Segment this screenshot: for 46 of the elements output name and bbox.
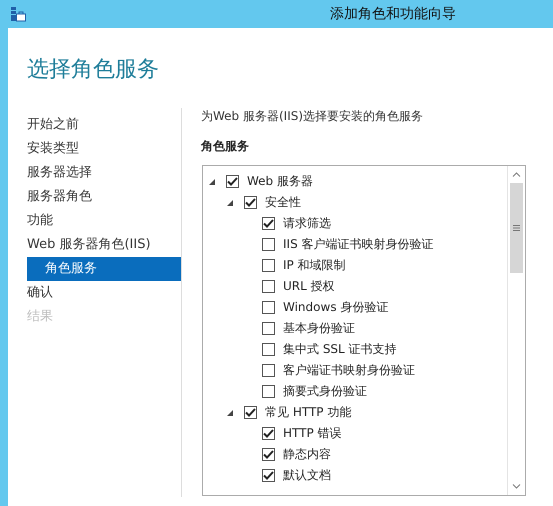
checkbox[interactable] — [262, 322, 275, 335]
role-service-label: URL 授权 — [283, 278, 335, 295]
role-service-label: 客户端证书映射身份验证 — [283, 362, 415, 379]
checkbox[interactable] — [262, 259, 275, 272]
section-title: 角色服务 — [201, 138, 250, 155]
role-service-label: IIS 客户端证书映射身份验证 — [283, 236, 434, 253]
scrollbar[interactable] — [507, 166, 525, 495]
scroll-thumb[interactable] — [510, 183, 523, 273]
role-service-label: Windows 身份验证 — [283, 299, 388, 316]
page-heading: 选择角色服务 — [27, 56, 160, 84]
checkbox[interactable] — [262, 448, 275, 461]
step-item[interactable]: 服务器角色 — [27, 185, 181, 209]
role-service-label: 集中式 SSL 证书支持 — [283, 341, 397, 358]
role-service-label: 摘要式身份验证 — [283, 383, 367, 400]
checkbox[interactable] — [262, 364, 275, 377]
role-service-label: IP 和域限制 — [283, 257, 346, 274]
description-text: 为Web 服务器(IIS)选择要安装的角色服务 — [201, 108, 424, 124]
step-item[interactable]: 功能 — [27, 209, 181, 233]
step-item[interactable]: 服务器选择 — [27, 161, 181, 185]
role-service-label: 安全性 — [265, 194, 301, 211]
checkbox[interactable] — [262, 343, 275, 356]
checkbox[interactable] — [262, 301, 275, 314]
checkbox[interactable] — [262, 238, 275, 251]
role-service-label: HTTP 错误 — [283, 425, 342, 442]
role-service-label: 静态内容 — [283, 446, 331, 463]
checkbox[interactable] — [226, 175, 239, 188]
role-service-label: 基本身份验证 — [283, 320, 355, 337]
window-title: 添加角色和功能向导 — [330, 5, 456, 23]
grip-icon — [513, 225, 520, 231]
checkbox[interactable] — [244, 406, 257, 419]
step-item[interactable]: 开始之前 — [27, 113, 181, 137]
checkbox[interactable] — [262, 385, 275, 398]
role-service-label: Web 服务器 — [247, 173, 313, 190]
server-toolbox-icon — [10, 6, 26, 22]
checkbox[interactable] — [262, 427, 275, 440]
step-item[interactable]: 安装类型 — [27, 137, 181, 161]
step-item[interactable]: 角色服务 — [27, 257, 181, 281]
role-service-label: 默认文档 — [283, 467, 331, 484]
role-service-label: 请求筛选 — [283, 215, 331, 232]
checkbox[interactable] — [262, 280, 275, 293]
role-service-label: 常见 HTTP 功能 — [265, 404, 352, 421]
checkbox[interactable] — [244, 196, 257, 209]
checkbox[interactable] — [262, 217, 275, 230]
checkbox[interactable] — [262, 469, 275, 482]
step-item[interactable]: Web 服务器角色(IIS) — [27, 233, 181, 257]
step-item[interactable]: 确认 — [27, 281, 181, 305]
